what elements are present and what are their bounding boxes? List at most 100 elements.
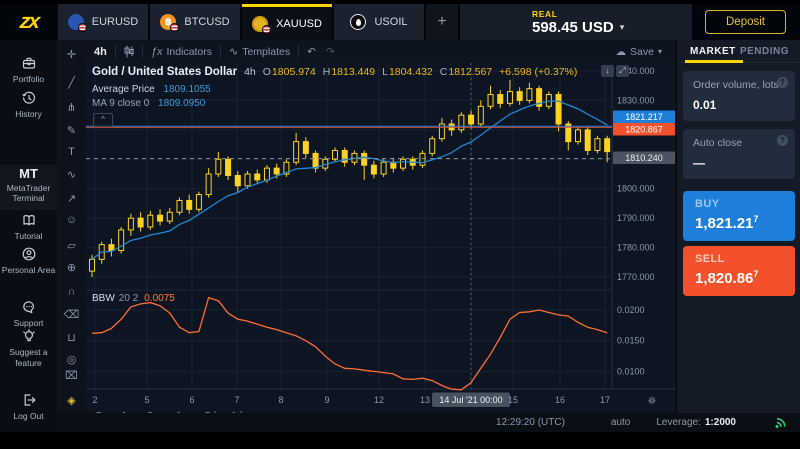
tab-usoil[interactable]: USOIL	[334, 4, 424, 40]
tab-label: EURUSD	[92, 16, 138, 28]
sidebar-item-history[interactable]: History	[0, 90, 57, 120]
lock-icon[interactable]: ⊔	[57, 331, 86, 344]
redo-icon: ↷	[326, 46, 335, 58]
candle-body	[381, 162, 386, 174]
buy-price: 1,821.21	[695, 215, 753, 232]
sidebar: Portfolio History MT MetaTrader Terminal…	[0, 40, 57, 432]
order-volume-field[interactable]: Order volume, lots 0.01 ?	[683, 71, 795, 121]
trend-line-icon[interactable]: ╱	[57, 76, 86, 89]
chart-toolbar: 4h ƒx Indicators ∿ Templates ↶ ↷ ☁ Save …	[86, 40, 676, 64]
time-tick-label: 7	[234, 395, 239, 405]
tab-label: BTCUSD	[184, 16, 229, 28]
connection-signal-icon	[774, 416, 788, 429]
sidebar-item-portfolio[interactable]: Portfolio	[0, 55, 57, 85]
pitchfork-icon[interactable]: ⋔	[57, 101, 86, 114]
timezone-mode-button[interactable]: auto	[611, 417, 630, 428]
sidebar-item-support[interactable]: Support	[0, 299, 57, 329]
price-tick-label: 1830.000	[617, 95, 655, 105]
save-layout-button[interactable]: ☁ Save ▾	[616, 46, 662, 58]
crosshair-icon[interactable]: ✛	[57, 48, 86, 61]
deposit-button[interactable]: Deposit	[705, 10, 786, 34]
help-icon[interactable]: ?	[777, 77, 788, 88]
time-tick-label: 12	[374, 395, 384, 405]
auto-close-field[interactable]: Auto close — ?	[683, 129, 795, 179]
status-bar: 12:29:20 (UTC) auto Leverage: 1:2000	[57, 413, 800, 432]
timeframe-button[interactable]: 4h	[94, 46, 107, 58]
collapse-legend-button[interactable]: ^	[93, 113, 113, 127]
sell-price: 1,820.86	[695, 270, 753, 287]
tab-eurusd[interactable]: EURUSD	[58, 4, 148, 40]
candlestick-type-icon	[124, 45, 134, 58]
sidebar-item-logout[interactable]: Log Out	[0, 392, 57, 422]
eraser-icon[interactable]: ⌫	[57, 308, 86, 321]
tab-market[interactable]: MARKET	[690, 46, 736, 57]
price-tag-label: 1820.867	[625, 125, 663, 135]
candle-body	[517, 92, 522, 101]
candle-body	[90, 259, 95, 271]
sidebar-item-tutorial[interactable]: Tutorial	[0, 212, 57, 242]
candle-body	[109, 245, 114, 251]
redo-button[interactable]: ↷	[326, 46, 335, 58]
axis-settings-gear-icon: ☸	[648, 396, 657, 407]
sidebar-item-personal-area[interactable]: Personal Area	[0, 246, 57, 276]
bbw-tick-label: 0.0200	[617, 305, 645, 315]
candle-body	[167, 212, 172, 221]
chevron-down-icon: ▾	[658, 47, 662, 56]
sidebar-item-metatrader[interactable]: MT MetaTrader Terminal	[0, 165, 57, 210]
top-bar: zx EURUSD ฿ BTCUSD XAUUSD USOIL + REAL 5…	[0, 4, 800, 40]
emoji-icon[interactable]: ☺	[57, 214, 86, 226]
candle-body	[556, 95, 561, 124]
text-tool-icon[interactable]: T	[57, 146, 86, 158]
add-instrument-button[interactable]: +	[426, 4, 458, 40]
sidebar-item-suggest-feature[interactable]: Suggest a feature	[0, 328, 57, 368]
brush-icon[interactable]: ✎	[57, 124, 86, 137]
watchlist-diamond-icon[interactable]: ◈	[57, 394, 86, 407]
candle-body	[507, 92, 512, 104]
candle-body	[401, 159, 406, 168]
ruler-icon[interactable]: ▱	[57, 239, 86, 252]
auto-close-value[interactable]: —	[693, 156, 785, 170]
buy-button[interactable]: BUY 1,821.217	[683, 191, 795, 241]
order-volume-value[interactable]: 0.01	[693, 98, 785, 112]
account-selector[interactable]: REAL 598.45 USD ▾	[460, 4, 692, 40]
maximize-chart-button[interactable]: ⤢	[616, 65, 629, 77]
leverage-label: Leverage:	[656, 417, 700, 428]
time-tick-label: 5	[144, 395, 149, 405]
templates-button[interactable]: ∿ Templates	[229, 45, 290, 58]
drawing-toolbar: ✛ ╱ ⋔ ✎ T ∿ ↗ ☺ ▱ ⊕ ∩ ⌫ ⊔ ◎ ⌧ ◈	[57, 40, 87, 425]
candle-body	[264, 168, 269, 180]
candle-body	[420, 153, 425, 165]
undo-button[interactable]: ↶	[307, 46, 316, 58]
help-icon[interactable]: ?	[777, 135, 788, 146]
chart-area[interactable]: 1840.0001830.0001800.0001790.0001780.000…	[86, 63, 676, 408]
indicators-button[interactable]: ƒx Indicators	[151, 46, 212, 58]
magnet-icon[interactable]: ∩	[57, 286, 86, 298]
price-chart[interactable]: 1840.0001830.0001800.0001790.0001780.000…	[86, 63, 676, 408]
tab-label: XAUUSD	[276, 18, 322, 30]
trash-icon[interactable]: ⌧	[57, 369, 86, 382]
candle-body	[430, 139, 435, 154]
eye-off-icon[interactable]: ◎	[57, 353, 86, 366]
price-tick-label: 1770.000	[617, 272, 655, 282]
candle-body	[576, 130, 581, 142]
forecast-icon[interactable]: ↗	[57, 192, 86, 205]
candle-body	[216, 159, 221, 174]
zoom-in-icon[interactable]: ⊕	[57, 261, 86, 274]
book-icon	[21, 212, 37, 228]
chevron-down-icon: ▾	[620, 22, 625, 33]
scroll-to-end-button[interactable]: ↓	[601, 65, 614, 77]
history-clock-icon	[21, 90, 37, 106]
price-tick-label: 1800.000	[617, 184, 655, 194]
exness-logo[interactable]: zx	[0, 4, 60, 40]
lightbulb-icon	[21, 328, 37, 344]
tab-pending[interactable]: PENDING	[740, 46, 789, 57]
sell-button[interactable]: SELL 1,820.867	[683, 246, 795, 296]
candle-body	[527, 89, 532, 101]
tab-btcusd[interactable]: ฿ BTCUSD	[150, 4, 240, 40]
time-tick-label: 9	[324, 395, 329, 405]
chart-type-button[interactable]	[124, 45, 134, 58]
tab-xauusd[interactable]: XAUUSD	[242, 4, 332, 40]
pattern-icon[interactable]: ∿	[57, 168, 86, 181]
candle-body	[187, 200, 192, 209]
leverage-value: 1:2000	[705, 417, 736, 428]
